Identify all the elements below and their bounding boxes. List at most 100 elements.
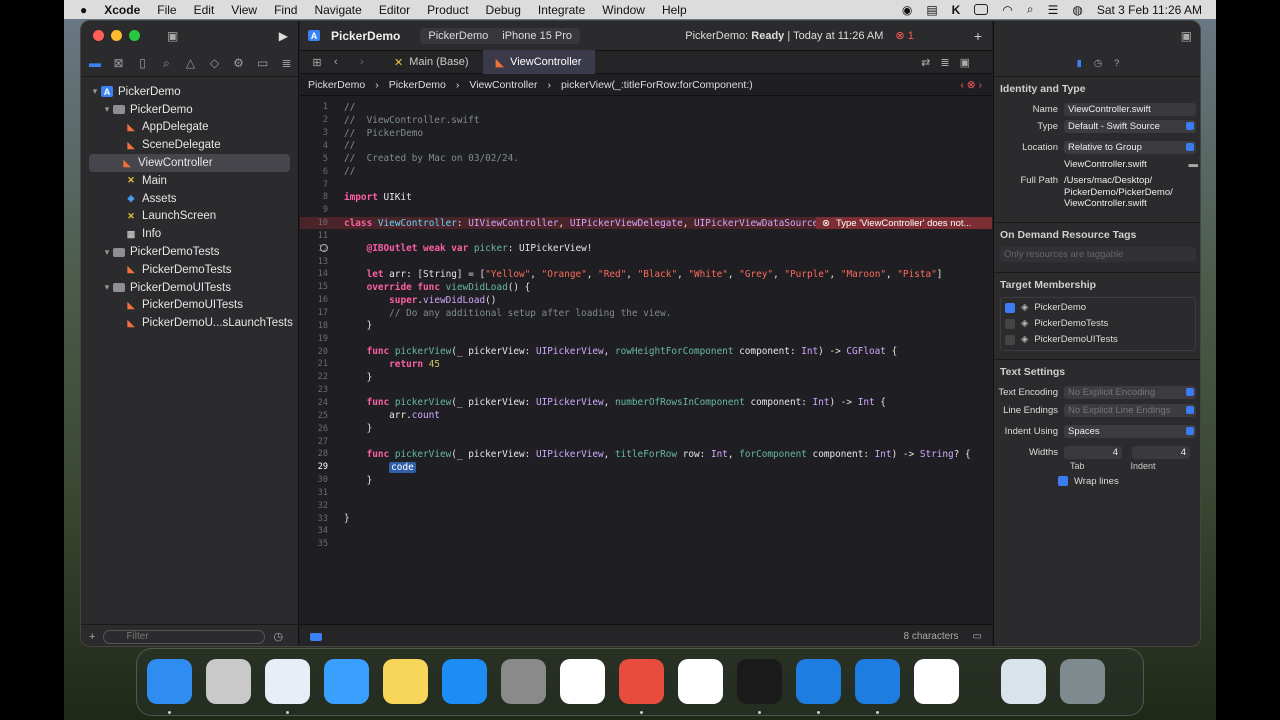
menu-navigate[interactable]: Navigate xyxy=(314,3,361,17)
line-number[interactable]: 22 xyxy=(300,372,328,382)
trash-dock-icon[interactable] xyxy=(1060,659,1105,704)
xcode-dock-icon[interactable] xyxy=(855,659,900,704)
tree-item[interactable]: ◣ ViewController xyxy=(89,154,290,172)
code-line[interactable]: 5 // Created by Mac on 03/02/24. xyxy=(300,152,992,165)
safari-dock-icon[interactable] xyxy=(265,659,310,704)
disclosure-icon[interactable]: ▾ xyxy=(101,104,113,115)
xcode-beta-dock-icon[interactable] xyxy=(796,659,841,704)
line-number[interactable]: 17 xyxy=(300,308,328,318)
zoom-window-button[interactable] xyxy=(129,30,140,41)
line-number[interactable]: 26 xyxy=(300,424,328,434)
terminal-dock-icon[interactable] xyxy=(737,659,782,704)
sidebar-toggle-icon[interactable]: ▣ xyxy=(167,29,178,43)
tree-item[interactable]: ▾ A PickerDemo xyxy=(81,83,298,101)
code-line[interactable]: 26 } xyxy=(300,422,992,435)
code-line[interactable]: 8 import UIKit xyxy=(300,191,992,204)
todo-dock-icon[interactable] xyxy=(914,659,959,704)
code-line[interactable]: 3 // PickerDemo xyxy=(300,127,992,140)
find-tab-icon[interactable]: ⌕ xyxy=(161,56,172,71)
line-number[interactable]: 18 xyxy=(300,321,328,331)
code-line[interactable]: 24 func pickerView (_ pickerView: UIPicke… xyxy=(300,397,992,410)
code-line[interactable]: 25 arr. count xyxy=(300,409,992,422)
code-line[interactable]: 13 xyxy=(300,255,992,268)
line-number[interactable]: 31 xyxy=(300,488,328,498)
clock[interactable]: Sat 3 Feb 11:26 AM xyxy=(1097,3,1202,17)
battery-icon[interactable] xyxy=(974,4,989,15)
app-store-dock-icon[interactable] xyxy=(442,659,487,704)
debug-tab-icon[interactable]: ⚙ xyxy=(233,56,244,70)
wrap-lines-row[interactable]: Wrap lines xyxy=(994,473,1200,490)
tree-item[interactable]: ▾ PickerDemo xyxy=(81,101,298,119)
code-line[interactable]: 22 } xyxy=(300,371,992,384)
instruments-dock-icon[interactable] xyxy=(678,659,723,704)
close-window-button[interactable] xyxy=(93,30,104,41)
code-line[interactable]: 31 xyxy=(300,487,992,500)
target-checkbox[interactable] xyxy=(1005,302,1015,313)
code-line[interactable]: 4 // xyxy=(300,140,992,153)
error-message[interactable]: ⊗ Type 'ViewController' does not... xyxy=(816,216,992,230)
tree-item[interactable]: ◣ SceneDelegate xyxy=(81,136,298,154)
wifi-icon[interactable]: ◠ xyxy=(1002,3,1012,17)
line-number[interactable]: 20 xyxy=(300,347,328,357)
line-number[interactable]: 7 xyxy=(300,180,328,190)
record-icon[interactable]: ◉ xyxy=(902,3,912,17)
code-line[interactable]: 29 code xyxy=(300,461,992,474)
launchpad-dock-icon[interactable] xyxy=(206,659,251,704)
menu-editor[interactable]: Editor xyxy=(379,3,410,17)
code-line[interactable]: 28 func pickerView (_ pickerView: UIPicke… xyxy=(300,448,992,461)
chrome-dock-icon[interactable] xyxy=(619,659,664,704)
history-inspector-icon[interactable]: ◷ xyxy=(1094,58,1102,69)
disclosure-icon[interactable]: ▾ xyxy=(101,247,113,258)
breadcrumb-project[interactable]: PickerDemo xyxy=(308,79,365,91)
scheme-name[interactable]: PickerDemo xyxy=(428,30,488,42)
line-number[interactable]: 33 xyxy=(300,514,328,524)
report-tab-icon[interactable]: ≣ xyxy=(281,56,292,70)
line-number[interactable]: 1 xyxy=(300,102,328,112)
line-number[interactable]: 2 xyxy=(300,115,328,125)
placeholder-token[interactable]: code xyxy=(389,461,416,473)
line-number[interactable]: 24 xyxy=(300,398,328,408)
encoding-popup[interactable]: No Explicit Encoding xyxy=(1064,385,1196,399)
line-number[interactable]: 16 xyxy=(300,295,328,305)
run-button[interactable]: ▶ xyxy=(279,29,288,43)
help-inspector-icon[interactable]: ? xyxy=(1114,58,1119,69)
error-badge[interactable]: ⊗ 1 xyxy=(895,29,913,42)
tree-item[interactable]: ▾ PickerDemoUITests xyxy=(81,279,298,297)
preview-dock-icon[interactable] xyxy=(1001,659,1046,704)
apple-menu-icon[interactable]: ● xyxy=(80,3,87,17)
target-row[interactable]: ◈ PickerDemoTests xyxy=(1005,316,1191,332)
line-number[interactable]: 21 xyxy=(300,359,328,369)
target-row[interactable]: ◈ PickerDemoUITests xyxy=(1005,332,1191,348)
issue-nav-icon[interactable]: ‹ ⊗ › xyxy=(960,79,982,91)
device-name[interactable]: iPhone 15 Pro xyxy=(502,30,572,42)
tree-item[interactable]: ◣ PickerDemoU...sLaunchTests xyxy=(81,314,298,332)
code-line[interactable]: 9 xyxy=(300,204,992,217)
test-tab-icon[interactable]: ◇ xyxy=(209,56,220,70)
tree-item[interactable]: ◣ PickerDemoTests xyxy=(81,261,298,279)
line-number[interactable]: 34 xyxy=(300,526,328,536)
source-control-tab-icon[interactable]: ⊠ xyxy=(113,56,124,70)
code-line[interactable]: 14 let arr: [String] = ["Yellow", "Orang… xyxy=(300,268,992,281)
line-number[interactable]: 3 xyxy=(300,128,328,138)
control-center-icon[interactable]: ☰ xyxy=(1048,3,1059,17)
line-number[interactable]: 27 xyxy=(300,437,328,447)
line-number[interactable]: 11 xyxy=(300,231,328,241)
line-number[interactable]: 28 xyxy=(300,449,328,459)
mail-dock-icon[interactable] xyxy=(324,659,369,704)
wrap-lines-checkbox[interactable] xyxy=(1058,476,1068,486)
line-number[interactable]: 29 xyxy=(300,462,328,472)
tab-viewcontroller[interactable]: ◣ ViewController xyxy=(482,50,595,74)
code-line[interactable]: 18 } xyxy=(300,319,992,332)
line-number[interactable]: 15 xyxy=(300,282,328,292)
tree-item[interactable]: ▾ PickerDemoTests xyxy=(81,243,298,261)
folder-icon[interactable]: ▬ xyxy=(1189,159,1199,170)
siri-icon[interactable]: ◍ xyxy=(1072,3,1082,17)
code-line[interactable]: 12 @IBOutlet weak var picker: UIPickerVi… xyxy=(300,242,992,255)
breakpoint-tab-icon[interactable]: ▭ xyxy=(257,56,268,70)
tree-item[interactable]: ▦ Info xyxy=(81,225,298,243)
disclosure-icon[interactable]: ▾ xyxy=(101,282,113,293)
location-popup[interactable]: Relative to Group xyxy=(1064,141,1196,154)
spotlight-icon[interactable]: ⌕ xyxy=(1027,2,1034,17)
indent-width-field[interactable]: 4 xyxy=(1132,445,1190,459)
code-line[interactable]: 1 // xyxy=(300,101,992,114)
